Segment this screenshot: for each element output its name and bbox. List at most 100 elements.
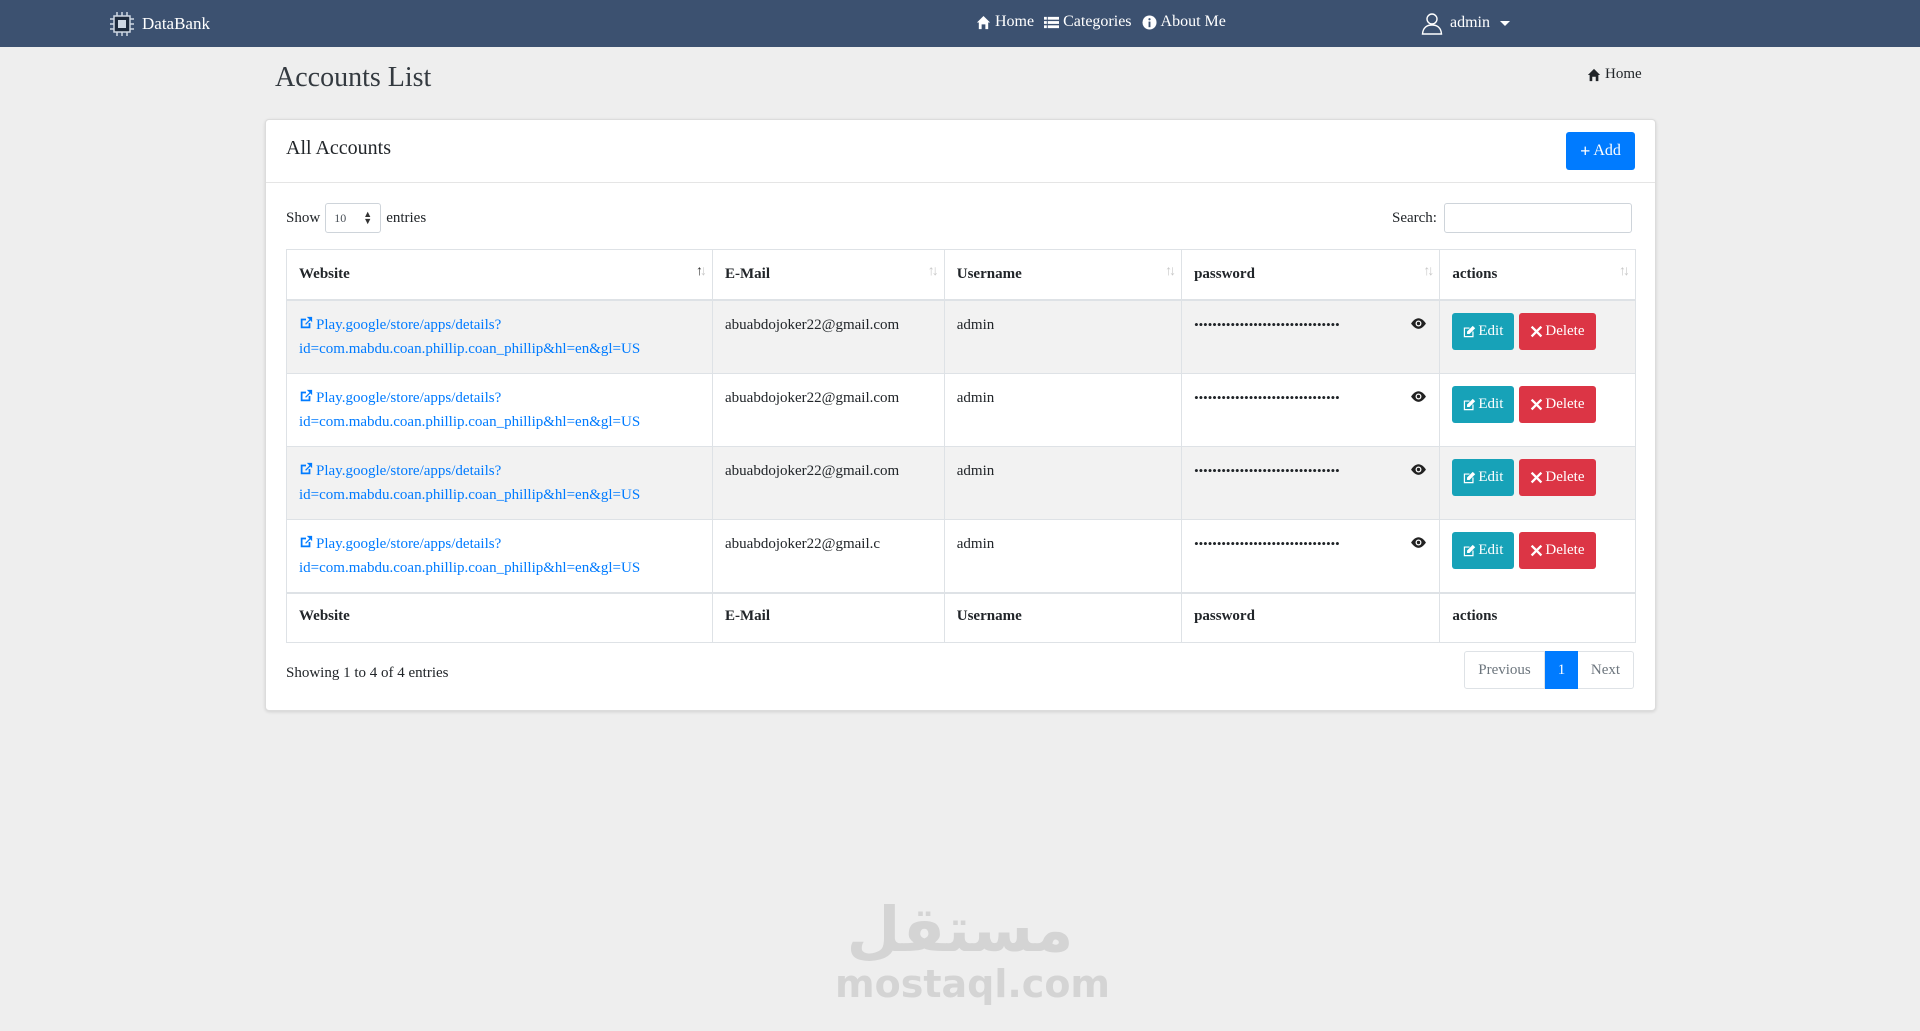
column-header-actions[interactable]: actions ↑↓ bbox=[1439, 249, 1636, 301]
table-row: Play.google/store/apps/details? id=com.ma… bbox=[285, 299, 1636, 374]
pagination: Previous 1 Next bbox=[1464, 651, 1634, 689]
website-link[interactable]: Play.google/store/apps/details? id=com.ma… bbox=[299, 462, 641, 503]
actions-cell: Edit Delete bbox=[1439, 445, 1636, 520]
delete-button[interactable]: Delete bbox=[1519, 458, 1596, 496]
footer-email: E-Mail bbox=[712, 591, 945, 643]
search-control: Search: bbox=[1392, 203, 1632, 233]
delete-button[interactable]: Delete bbox=[1519, 312, 1596, 350]
plus-icon: + bbox=[1580, 141, 1591, 161]
user-icon bbox=[1421, 13, 1443, 35]
watermark-arabic: مستقل bbox=[846, 893, 1074, 966]
actions-cell: Edit Delete bbox=[1439, 299, 1636, 374]
edit-button[interactable]: Edit bbox=[1452, 385, 1515, 423]
edit-label: Edit bbox=[1478, 468, 1504, 485]
website-url-line1: Play.google/store/apps/details? bbox=[316, 535, 502, 552]
footer-actions: actions bbox=[1439, 591, 1636, 643]
accounts-card: All Accounts + Add Show 10 ▲ ▼ entries Se… bbox=[265, 119, 1656, 711]
website-url-line2: id=com.mabdu.coan.phillip.coan_phillip&h… bbox=[299, 559, 641, 576]
home-icon bbox=[976, 15, 991, 29]
actions-cell: Edit Delete bbox=[1439, 372, 1636, 447]
email-cell: abuabdojoker22@gmail.com bbox=[712, 372, 945, 447]
brand[interactable]: DataBank bbox=[108, 10, 210, 38]
email-cell: abuabdojoker22@gmail.com bbox=[712, 445, 945, 520]
password-masked: •••••••••••••••••••••••••••••••• bbox=[1194, 389, 1340, 405]
column-header-password[interactable]: password ↑↓ bbox=[1181, 249, 1441, 301]
nav-home[interactable]: Home bbox=[976, 13, 1034, 31]
column-header-website[interactable]: Website ↑↓ bbox=[285, 249, 714, 301]
username-cell: admin bbox=[943, 518, 1183, 593]
password-masked: •••••••••••••••••••••••••••••••• bbox=[1194, 462, 1340, 478]
eye-icon[interactable] bbox=[1410, 388, 1427, 405]
edit-label: Edit bbox=[1478, 395, 1504, 412]
delete-label: Delete bbox=[1545, 322, 1585, 339]
sort-icon: ↑↓ bbox=[1165, 264, 1176, 279]
show-label: Show bbox=[286, 209, 321, 226]
password-cell: •••••••••••••••••••••••••••••••• bbox=[1181, 372, 1441, 447]
website-url-line2: id=com.mabdu.coan.phillip.coan_phillip&h… bbox=[299, 413, 641, 430]
table-info: Showing 1 to 4 of 4 entries bbox=[286, 665, 449, 681]
column-header-username[interactable]: Username ↑↓ bbox=[943, 249, 1183, 301]
nav-home-label: Home bbox=[995, 13, 1035, 30]
delete-button[interactable]: Delete bbox=[1519, 531, 1596, 569]
breadcrumb-home: Home bbox=[1605, 66, 1642, 82]
user-name: admin bbox=[1450, 14, 1490, 31]
entries-length-control: Show 10 ▲ ▼ entries bbox=[286, 203, 426, 233]
close-icon bbox=[1531, 544, 1543, 556]
entries-select[interactable]: 10 ▲ ▼ bbox=[325, 203, 382, 233]
edit-icon bbox=[1464, 544, 1476, 556]
search-label: Search: bbox=[1392, 209, 1437, 226]
card-header: All Accounts + Add bbox=[266, 120, 1655, 183]
select-arrows-icon: ▲ ▼ bbox=[363, 209, 373, 226]
external-link-icon bbox=[300, 316, 313, 328]
website-url-line2: id=com.mabdu.coan.phillip.coan_phillip&h… bbox=[299, 340, 641, 357]
eye-icon[interactable] bbox=[1410, 461, 1427, 478]
next-button[interactable]: Next bbox=[1578, 651, 1634, 689]
actions-cell: Edit Delete bbox=[1439, 518, 1636, 593]
website-link[interactable]: Play.google/store/apps/details? id=com.ma… bbox=[299, 535, 641, 576]
nav-about-label: About Me bbox=[1160, 13, 1226, 30]
website-url-line2: id=com.mabdu.coan.phillip.coan_phillip&h… bbox=[299, 486, 641, 503]
edit-label: Edit bbox=[1478, 541, 1504, 558]
edit-icon bbox=[1464, 325, 1476, 337]
website-url-line1: Play.google/store/apps/details? bbox=[316, 316, 502, 333]
website-link[interactable]: Play.google/store/apps/details? id=com.ma… bbox=[299, 316, 641, 357]
breadcrumb[interactable]: Home bbox=[1587, 66, 1642, 83]
info-icon bbox=[1142, 14, 1157, 30]
card-title: All Accounts bbox=[286, 137, 391, 159]
add-button[interactable]: + Add bbox=[1566, 132, 1635, 170]
website-cell: Play.google/store/apps/details? id=com.ma… bbox=[285, 518, 714, 593]
edit-button[interactable]: Edit bbox=[1452, 458, 1515, 496]
column-header-label: actions bbox=[1452, 266, 1498, 282]
watermark: مستقل mostaql.com bbox=[835, 893, 1110, 1004]
caret-down-icon bbox=[1500, 20, 1510, 26]
nav-about[interactable]: About Me bbox=[1142, 13, 1226, 31]
sort-icon: ↑↓ bbox=[927, 264, 939, 279]
table-row: Play.google/store/apps/details? id=com.ma… bbox=[285, 372, 1636, 447]
delete-button[interactable]: Delete bbox=[1519, 385, 1596, 423]
edit-label: Edit bbox=[1478, 322, 1504, 339]
nav-categories[interactable]: Categories bbox=[1044, 13, 1132, 31]
username-cell: admin bbox=[943, 445, 1183, 520]
website-cell: Play.google/store/apps/details? id=com.ma… bbox=[285, 445, 714, 520]
previous-button[interactable]: Previous bbox=[1464, 651, 1545, 689]
edit-icon bbox=[1464, 471, 1476, 483]
home-icon bbox=[1587, 68, 1601, 81]
search-input[interactable] bbox=[1443, 203, 1632, 233]
username-cell: admin bbox=[943, 372, 1183, 447]
edit-button[interactable]: Edit bbox=[1452, 531, 1515, 569]
password-masked: •••••••••••••••••••••••••••••••• bbox=[1194, 316, 1340, 332]
eye-icon[interactable] bbox=[1410, 534, 1427, 551]
column-header-label: Website bbox=[299, 266, 350, 282]
close-icon bbox=[1531, 471, 1543, 483]
close-icon bbox=[1531, 398, 1543, 410]
delete-label: Delete bbox=[1545, 395, 1585, 412]
edit-button[interactable]: Edit bbox=[1452, 312, 1515, 350]
column-header-label: E-Mail bbox=[725, 266, 771, 282]
website-link[interactable]: Play.google/store/apps/details? id=com.ma… bbox=[299, 389, 641, 430]
column-header-email[interactable]: E-Mail ↑↓ bbox=[712, 249, 945, 301]
user-menu[interactable]: admin bbox=[1420, 11, 1510, 35]
page-1-button[interactable]: 1 bbox=[1545, 651, 1578, 689]
eye-icon[interactable] bbox=[1410, 315, 1427, 332]
password-cell: •••••••••••••••••••••••••••••••• bbox=[1181, 445, 1441, 520]
footer-website: Website bbox=[285, 591, 714, 643]
